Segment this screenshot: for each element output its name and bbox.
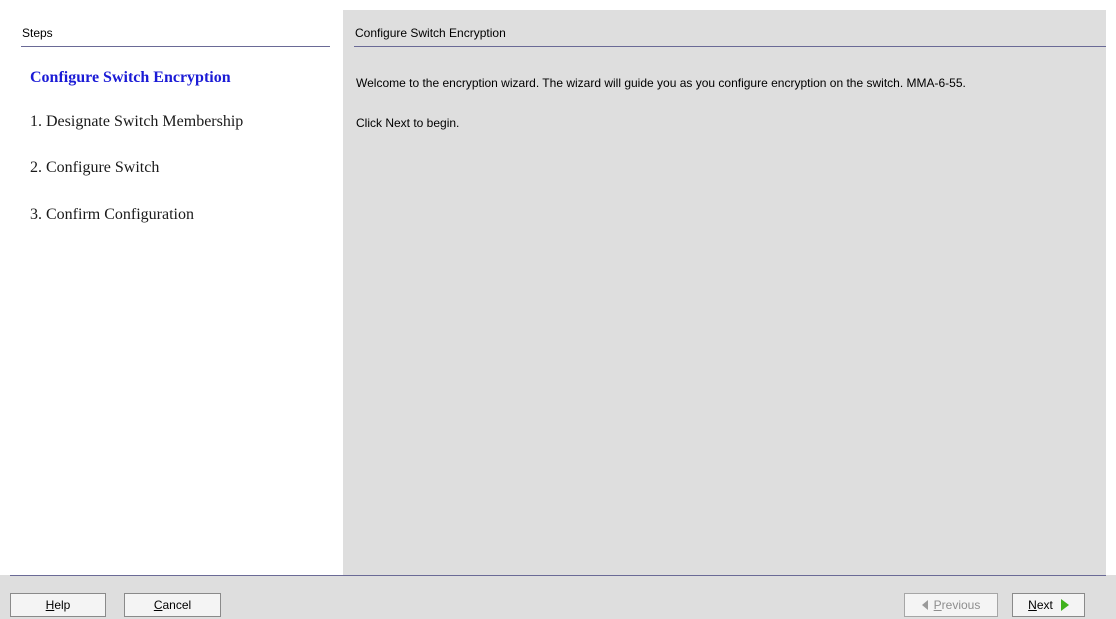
instruction-text: Click Next to begin. <box>356 116 460 130</box>
content-panel: Configure Switch Encryption Welcome to t… <box>343 10 1106 575</box>
content-separator <box>354 46 1106 47</box>
top-strip <box>0 0 1116 10</box>
button-bar-separator <box>10 575 1106 576</box>
step-designate-switch-membership: 1. Designate Switch Membership <box>30 113 244 130</box>
cancel-mnemonic: C <box>153 598 163 612</box>
steps-panel: Steps Configure Switch Encryption 1. Des… <box>10 10 343 575</box>
next-mnemonic: N <box>1028 598 1037 612</box>
cancel-button[interactable]: Cancel <box>124 593 221 617</box>
encryption-wizard-window: Steps Configure Switch Encryption 1. Des… <box>0 0 1116 619</box>
steps-header: Steps <box>22 26 53 40</box>
welcome-text: Welcome to the encryption wizard. The wi… <box>356 76 966 90</box>
help-button[interactable]: Help <box>10 593 106 617</box>
step-configure-switch: 2. Configure Switch <box>30 159 160 176</box>
step-confirm-configuration: 3. Confirm Configuration <box>30 206 194 223</box>
steps-separator <box>21 46 330 47</box>
help-mnemonic: H <box>45 598 55 612</box>
left-arrow-icon <box>921 600 928 610</box>
next-button[interactable]: Next <box>1012 593 1085 617</box>
next-label: ext <box>1036 598 1053 612</box>
content-header: Configure Switch Encryption <box>355 26 506 40</box>
help-label: elp <box>54 598 71 612</box>
right-arrow-icon <box>1060 599 1069 611</box>
button-bar: Help Cancel Previous Next <box>0 575 1116 619</box>
previous-button[interactable]: Previous <box>904 593 998 617</box>
previous-label: revious <box>941 598 981 612</box>
step-configure-switch-encryption: Configure Switch Encryption <box>30 69 231 86</box>
previous-mnemonic: P <box>933 598 942 612</box>
cancel-label: ancel <box>162 598 192 612</box>
